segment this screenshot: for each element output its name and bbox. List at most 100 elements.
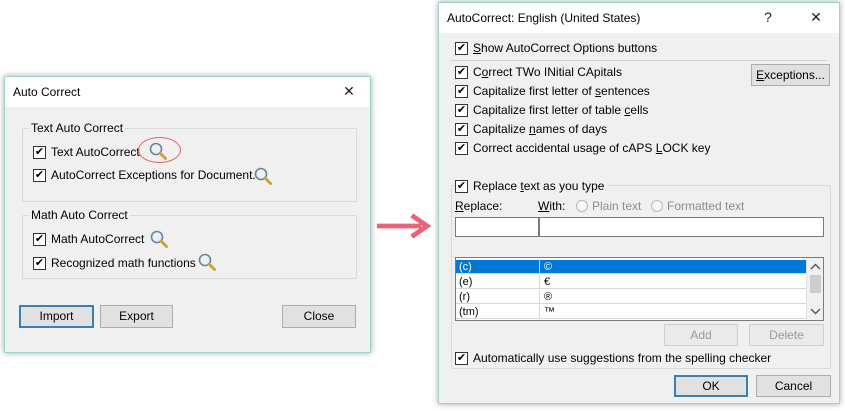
close-icon[interactable]: ✕ bbox=[803, 6, 829, 28]
text-auto-correct-group: Text Auto Correct bbox=[22, 121, 357, 202]
checkmark-icon: ✔ bbox=[456, 103, 467, 116]
magnifier-icon[interactable] bbox=[253, 166, 273, 186]
checkmark-icon: ✔ bbox=[456, 141, 467, 154]
checkmark-icon: ✔ bbox=[34, 232, 45, 245]
capitalize-sentences-checkbox[interactable]: ✔ Capitalize first letter of sentences bbox=[455, 84, 650, 98]
title-bar: Auto Correct ✕ bbox=[5, 77, 370, 107]
correct-two-initial-capitals-checkbox[interactable]: ✔ Correct TWo INitial CApitals bbox=[455, 65, 622, 79]
entry-replace: (e) bbox=[456, 275, 540, 288]
replace-input[interactable] bbox=[455, 217, 539, 237]
checkmark-icon: ✔ bbox=[456, 351, 467, 364]
checkmark-icon: ✔ bbox=[34, 256, 45, 269]
checkbox-box[interactable]: ✔ bbox=[455, 141, 468, 155]
checkbox-box[interactable]: ✔ bbox=[33, 145, 46, 159]
checkmark-icon: ✔ bbox=[456, 65, 467, 78]
capitalize-table-cells-checkbox[interactable]: ✔ Capitalize first letter of table cells bbox=[455, 103, 648, 117]
export-button[interactable]: Export bbox=[100, 305, 173, 328]
auto-suggestions-checkbox[interactable]: ✔ Automatically use suggestions from the… bbox=[455, 351, 771, 365]
show-options-buttons-checkbox[interactable]: ✔ Show AutoCorrect Options buttons bbox=[455, 41, 657, 55]
auto-correct-dialog: Auto Correct ✕ Text Auto Correct ✔ Text … bbox=[4, 76, 371, 353]
dialog-title: Auto Correct bbox=[13, 85, 81, 99]
list-row[interactable]: (e) € bbox=[456, 275, 806, 289]
checkbox-label: Text AutoCorrect bbox=[51, 145, 140, 159]
checkbox-box[interactable]: ✔ bbox=[455, 122, 468, 136]
scroll-up-icon[interactable] bbox=[807, 260, 824, 274]
scroll-thumb[interactable] bbox=[810, 275, 821, 293]
radio-label: Formatted text bbox=[667, 199, 745, 213]
checkbox-label: Show AutoCorrect Options buttons bbox=[473, 41, 658, 55]
checkbox-box[interactable]: ✔ bbox=[33, 232, 46, 246]
formatted-text-radio[interactable]: Formatted text bbox=[651, 199, 744, 213]
text-autocorrect-checkbox[interactable]: ✔ Text AutoCorrect bbox=[33, 145, 140, 159]
checkbox-box[interactable]: ✔ bbox=[455, 65, 468, 79]
close-button[interactable]: Close bbox=[282, 305, 356, 328]
autocorrect-english-dialog: AutoCorrect: English (United States) ? ✕… bbox=[438, 2, 840, 404]
checkbox-box[interactable]: ✔ bbox=[455, 351, 468, 365]
checkmark-icon: ✔ bbox=[34, 145, 45, 158]
checkbox-label: Correct accidental usage of cAPS LOCK ke… bbox=[473, 141, 711, 155]
checkbox-box[interactable]: ✔ bbox=[455, 103, 468, 117]
divider bbox=[451, 60, 827, 61]
group-label: Math Auto Correct bbox=[29, 208, 130, 222]
magnifier-icon[interactable] bbox=[149, 229, 169, 249]
scroll-down-icon[interactable] bbox=[807, 304, 824, 318]
magnifier-icon[interactable] bbox=[197, 252, 217, 272]
with-input[interactable] bbox=[539, 217, 824, 237]
entry-replace: (r) bbox=[456, 290, 540, 303]
entry-with: © bbox=[544, 261, 553, 273]
exceptions-button[interactable]: Exceptions... bbox=[751, 64, 830, 86]
group-label: Text Auto Correct bbox=[29, 121, 126, 135]
checkbox-box[interactable]: ✔ bbox=[455, 41, 468, 55]
entry-replace: (tm) bbox=[456, 305, 540, 318]
list-row[interactable]: (r) ® bbox=[456, 290, 806, 304]
checkbox-box[interactable]: ✔ bbox=[455, 179, 468, 193]
plain-text-radio[interactable]: Plain text bbox=[576, 199, 641, 213]
cancel-button[interactable]: Cancel bbox=[756, 375, 831, 397]
help-icon[interactable]: ? bbox=[755, 6, 781, 28]
math-autocorrect-checkbox[interactable]: ✔ Math AutoCorrect bbox=[33, 232, 144, 246]
delete-button[interactable]: Delete bbox=[749, 324, 824, 346]
checkbox-box[interactable]: ✔ bbox=[33, 168, 46, 182]
import-button[interactable]: Import bbox=[19, 305, 94, 328]
autocorrect-exceptions-checkbox[interactable]: ✔ AutoCorrect Exceptions for Document. bbox=[33, 168, 256, 182]
checkmark-icon: ✔ bbox=[34, 168, 45, 181]
recognized-math-functions-checkbox[interactable]: ✔ Recognized math functions bbox=[33, 256, 196, 270]
checkbox-label: Capitalize first letter of sentences bbox=[473, 84, 650, 98]
entry-with: € bbox=[544, 276, 551, 288]
checkbox-label: Replace text as you type bbox=[473, 179, 605, 193]
checkmark-icon: ✔ bbox=[456, 179, 467, 192]
list-scrollbar[interactable] bbox=[806, 258, 823, 320]
dialog-title: AutoCorrect: English (United States) bbox=[447, 11, 641, 25]
checkbox-label: Recognized math functions bbox=[51, 256, 196, 270]
checkmark-icon: ✔ bbox=[456, 84, 467, 97]
correct-caps-lock-checkbox[interactable]: ✔ Correct accidental usage of cAPS LOCK … bbox=[455, 141, 710, 155]
entry-with: ™ bbox=[544, 306, 555, 318]
autocorrect-entries-list[interactable]: (c) © (e) € (r) ® (tm) ™ bbox=[455, 257, 824, 321]
entry-replace: (c) bbox=[456, 260, 540, 273]
radio-label: Plain text bbox=[592, 199, 642, 213]
checkbox-label: AutoCorrect Exceptions for Document. bbox=[51, 168, 256, 182]
list-row[interactable]: (c) © bbox=[456, 260, 806, 274]
checkbox-box[interactable]: ✔ bbox=[33, 256, 46, 270]
list-row[interactable]: (tm) ™ bbox=[456, 305, 806, 319]
ok-button[interactable]: OK bbox=[674, 375, 748, 397]
with-label: With: bbox=[538, 199, 566, 213]
capitalize-names-of-days-checkbox[interactable]: ✔ Capitalize names of days bbox=[455, 122, 607, 136]
checkbox-label: Capitalize names of days bbox=[473, 122, 608, 136]
title-bar: AutoCorrect: English (United States) ? ✕ bbox=[439, 3, 839, 33]
radio-dot[interactable] bbox=[651, 200, 663, 212]
right-arrow-icon bbox=[376, 213, 432, 239]
entry-with: ® bbox=[544, 291, 553, 303]
radio-dot[interactable] bbox=[576, 200, 588, 212]
add-button[interactable]: Add bbox=[664, 324, 738, 346]
replace-text-as-you-type-checkbox[interactable]: ✔ Replace text as you type bbox=[455, 179, 608, 193]
checkbox-label: Math AutoCorrect bbox=[51, 232, 145, 246]
checkbox-box[interactable]: ✔ bbox=[455, 84, 468, 98]
magnifier-icon[interactable] bbox=[148, 141, 168, 161]
checkmark-icon: ✔ bbox=[456, 41, 467, 54]
checkbox-label: Correct TWo INitial CApitals bbox=[473, 65, 622, 79]
close-icon[interactable]: ✕ bbox=[336, 80, 362, 102]
checkmark-icon: ✔ bbox=[456, 122, 467, 135]
checkbox-label: Automatically use suggestions from the s… bbox=[473, 351, 772, 365]
checkbox-label: Capitalize first letter of table cells bbox=[473, 103, 649, 117]
